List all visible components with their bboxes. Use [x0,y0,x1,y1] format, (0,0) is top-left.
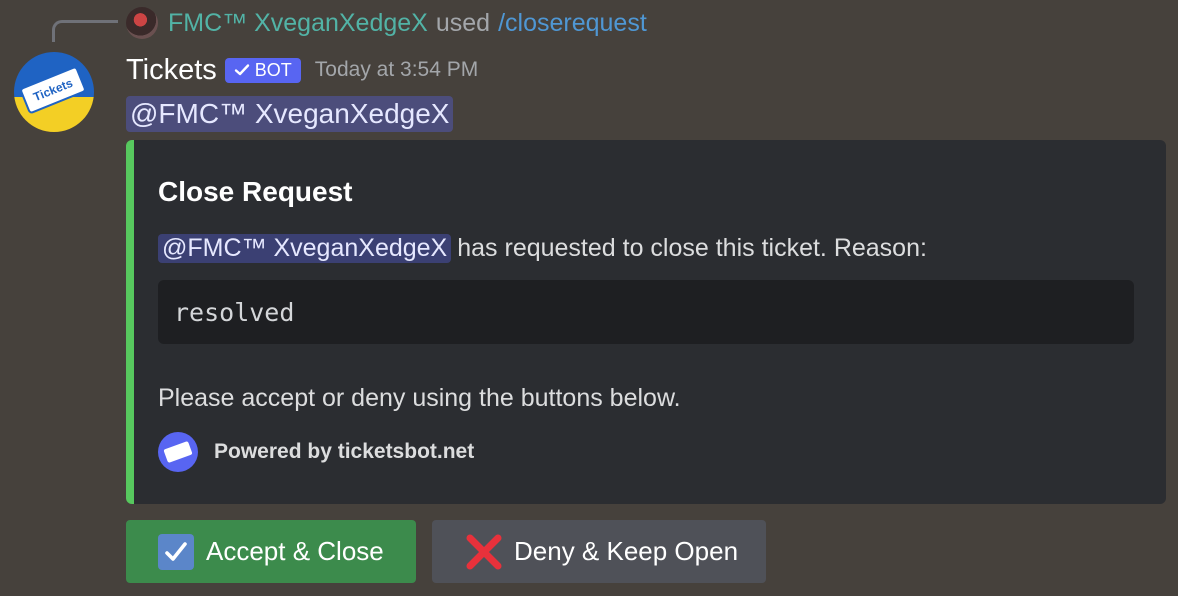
reason-text: resolved [174,297,295,327]
bot-badge-label: BOT [254,59,292,80]
reply-username[interactable]: FMC™ XveganXedgeX [168,9,428,38]
bot-username[interactable]: Tickets [126,54,217,87]
accept-close-label: Accept & Close [206,536,384,566]
tickets-logo-icon [158,432,198,472]
embed-note: Please accept or deny using the buttons … [158,384,681,412]
embed-title: Close Request [158,176,353,207]
deny-keep-open-label: Deny & Keep Open [514,536,739,566]
accept-close-button[interactable]: Accept & Close [126,520,416,583]
reason-code-block: resolved [158,280,1134,344]
ticket-icon: Tickets [19,65,87,115]
embed-card: Close Request @FMC™ XveganXedgeX has req… [126,140,1166,504]
message-timestamp[interactable]: Today at 3:54 PM [315,58,478,82]
bot-badge: BOT [224,57,301,83]
check-mark-button-icon [158,533,194,570]
embed-footer-text: Powered by ticketsbot.net [214,440,475,463]
user-mention[interactable]: @FMC™ XveganXedgeX [126,96,454,132]
bot-avatar[interactable]: Tickets [14,52,94,132]
reply-command-link[interactable]: /closerequest [498,9,647,38]
verified-check-icon [234,64,249,76]
chat-message-view: FMC™ XveganXedgeX used /closerequest Tic… [0,0,1178,596]
reply-used-text: used [435,8,491,37]
message-header: Tickets BOT Today at 3:54 PM [126,50,478,90]
embed-description: @FMC™ XveganXedgeX has requested to clos… [158,234,927,263]
avatar-ticket-text: Tickets [31,75,75,105]
reply-reference[interactable]: FMC™ XveganXedgeX used /closerequest [126,6,647,40]
reply-connector-line [52,20,118,42]
embed-description-text: has requested to close this ticket. Reas… [457,234,927,262]
embed-footer: Powered by ticketsbot.net [158,432,474,472]
deny-keep-open-button[interactable]: Deny & Keep Open [432,520,766,583]
embed-user-mention[interactable]: @FMC™ XveganXedgeX [158,234,452,263]
cross-mark-icon [466,534,502,569]
user-avatar-icon[interactable] [126,7,158,39]
